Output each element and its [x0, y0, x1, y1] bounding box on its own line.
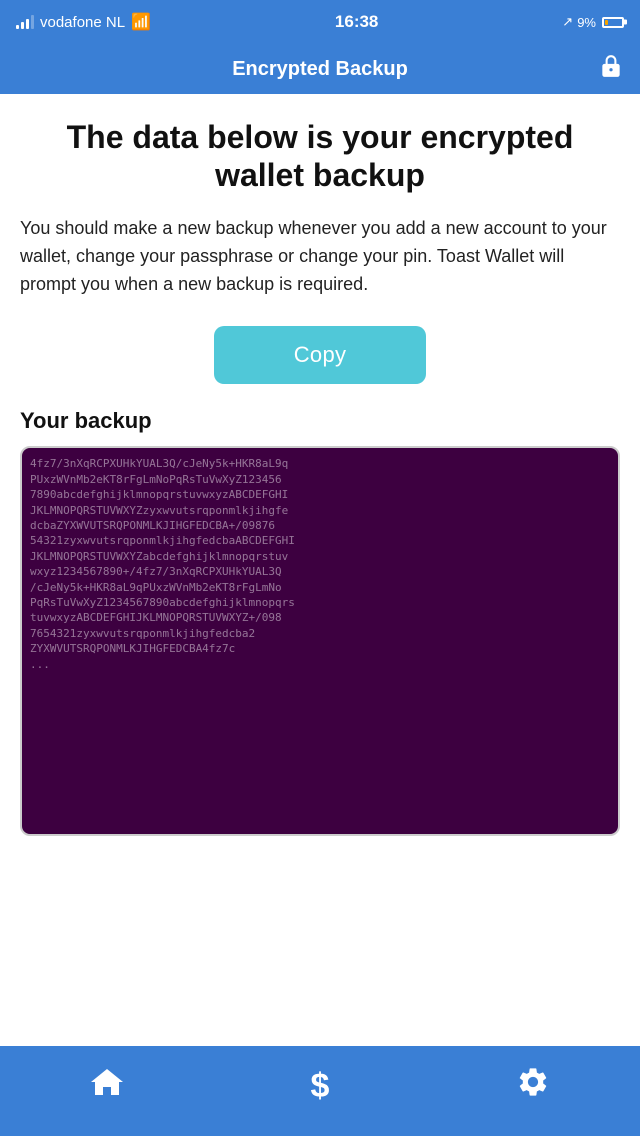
signal-icon	[16, 15, 34, 29]
backup-label: Your backup	[20, 408, 620, 434]
nav-settings[interactable]	[427, 1065, 640, 1107]
dollar-icon: $	[311, 1067, 330, 1106]
clock: 16:38	[335, 12, 378, 32]
carrier-label: vodafone NL	[40, 14, 125, 31]
status-bar: vodafone NL 📶 16:38 ↗ 9%	[0, 0, 640, 44]
status-left: vodafone NL 📶	[16, 12, 151, 32]
lock-icon[interactable]	[598, 53, 624, 85]
main-content: The data below is your encrypted wallet …	[0, 94, 640, 1046]
description-text: You should make a new backup whenever yo…	[20, 215, 620, 299]
nav-home[interactable]	[0, 1066, 213, 1106]
backup-box: 4fz7/3nXqRCPXUHkYUAL3Q/cJeNy5k+HKR8aL9q …	[20, 446, 620, 836]
battery-icon	[602, 17, 624, 28]
header-title: Encrypted Backup	[232, 58, 408, 81]
battery-percent: 9%	[577, 15, 596, 30]
header: Encrypted Backup	[0, 44, 640, 94]
nav-dollar[interactable]: $	[213, 1067, 426, 1106]
bottom-nav: $	[0, 1046, 640, 1136]
status-right: ↗ 9%	[562, 14, 624, 30]
location-icon: ↗	[562, 14, 573, 30]
gear-icon	[516, 1065, 550, 1107]
home-icon	[89, 1066, 125, 1106]
main-title: The data below is your encrypted wallet …	[20, 118, 620, 195]
wifi-icon: 📶	[131, 12, 151, 32]
copy-button[interactable]: Copy	[214, 326, 427, 384]
backup-text: 4fz7/3nXqRCPXUHkYUAL3Q/cJeNy5k+HKR8aL9q …	[22, 448, 618, 679]
